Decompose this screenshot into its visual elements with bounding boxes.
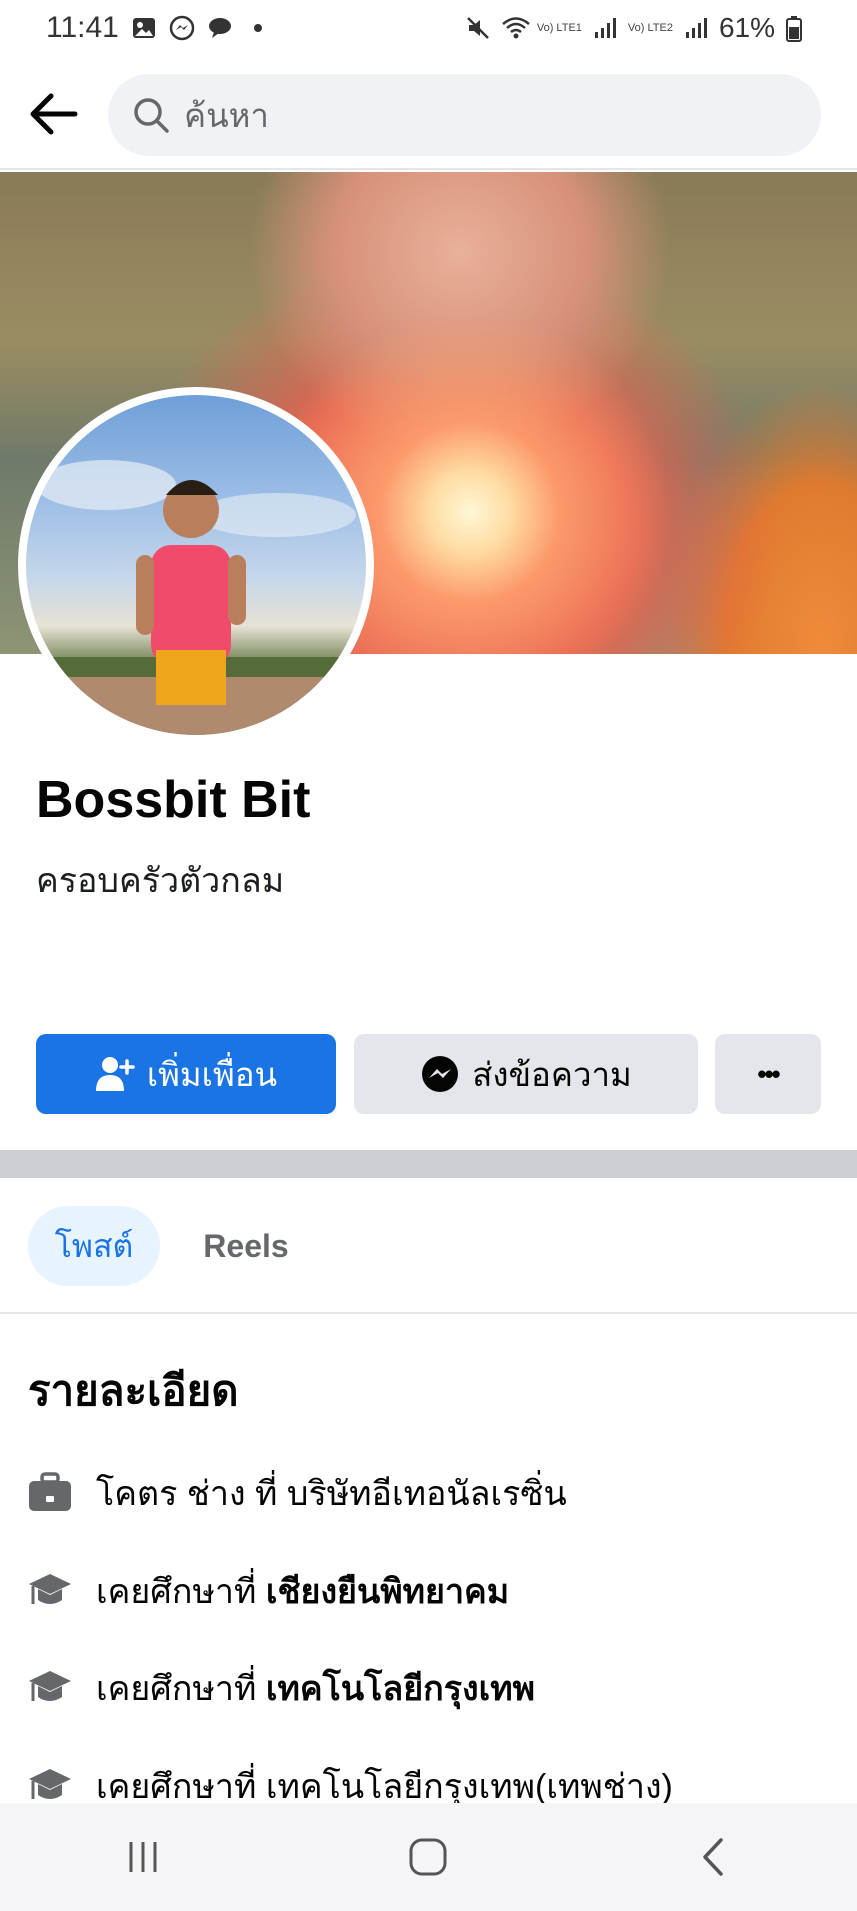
- detail-education-1-school: เชียงยืนพิทยาคม: [265, 1573, 510, 1611]
- detail-education-1-text: เคยศึกษาที่ เชียงยืนพิทยาคม: [96, 1564, 509, 1618]
- detail-work[interactable]: โคตร ช่าง ที่ บริษัทอีเทอนัลเรซิ่น: [26, 1463, 567, 1523]
- chevron-left-icon: [703, 1838, 723, 1876]
- messenger-icon: [422, 1056, 459, 1092]
- signal-icon: [592, 15, 618, 41]
- tab-posts[interactable]: โพสต์: [28, 1206, 160, 1286]
- graduation-cap-icon: [26, 1567, 74, 1615]
- detail-work-text: โคตร ช่าง ที่ บริษัทอีเทอนัลเรซิ่น: [96, 1475, 567, 1513]
- status-right: Vo) LTE1 Vo) LTE2 61%: [465, 12, 811, 44]
- back-nav-button[interactable]: [669, 1812, 759, 1902]
- search-icon: [134, 98, 169, 133]
- status-time: 11:41: [46, 11, 119, 44]
- status-left: 11:41: [46, 11, 271, 45]
- battery-icon: [785, 15, 811, 42]
- more-options-button[interactable]: •••: [715, 1034, 821, 1114]
- network-1-label: Vo) LTE1: [536, 21, 582, 34]
- messenger-icon: [169, 15, 195, 41]
- detail-education-2-text: เคยศึกษาที่ เทคโนโลยีกรุงเทพ: [96, 1661, 535, 1715]
- avatar: [26, 395, 366, 735]
- search-input[interactable]: ค้นหา: [108, 74, 821, 156]
- system-nav-bar: [0, 1803, 857, 1911]
- recent-apps-button[interactable]: [98, 1812, 188, 1902]
- wifi-icon: [501, 15, 530, 41]
- battery-percent: 61%: [718, 12, 775, 43]
- arrow-left-icon: [30, 93, 78, 135]
- home-icon: [409, 1838, 447, 1876]
- gallery-icon: [131, 15, 157, 41]
- home-button[interactable]: [383, 1812, 473, 1902]
- detail-education-2[interactable]: เคยศึกษาที่ เทคโนโลยีกรุงเทพ: [26, 1658, 535, 1718]
- graduation-cap-icon: [26, 1664, 74, 1712]
- network-2-label: Vo) LTE2: [627, 21, 673, 34]
- profile-bio: ครอบครัวตัวกลม: [36, 862, 285, 900]
- detail-education-1[interactable]: เคยศึกษาที่ เชียงยืนพิทยาคม: [26, 1561, 509, 1621]
- tab-reels[interactable]: Reels: [184, 1206, 308, 1286]
- search-placeholder: ค้นหา: [184, 96, 269, 134]
- detail-education-2-school: เทคโนโลยีกรุงเทพ: [265, 1670, 536, 1708]
- mute-icon: [465, 15, 491, 41]
- add-friend-label: เพิ่มเพื่อน: [146, 1055, 278, 1093]
- message-button[interactable]: ส่งข้อความ: [354, 1034, 698, 1114]
- header: ค้นหา: [0, 56, 857, 170]
- status-bar: 11:41 Vo) LTE1 Vo) LTE2 61%: [0, 0, 857, 56]
- profile-picture[interactable]: [18, 387, 374, 743]
- dot-icon: [245, 15, 271, 41]
- recent-apps-icon: [129, 1842, 157, 1872]
- section-divider: [0, 1150, 857, 1178]
- back-button[interactable]: [22, 86, 86, 142]
- profile-tabs: โพสต์ Reels: [0, 1178, 857, 1314]
- detail-education-2-prefix: เคยศึกษาที่: [96, 1670, 266, 1708]
- profile-name: Bossbit Bit: [36, 771, 311, 829]
- briefcase-icon: [26, 1469, 74, 1517]
- detail-education-1-prefix: เคยศึกษาที่: [96, 1573, 266, 1611]
- add-friend-button[interactable]: เพิ่มเพื่อน: [36, 1034, 336, 1114]
- chat-icon: [207, 15, 233, 41]
- signal-icon: [683, 15, 709, 41]
- more-icon: •••: [757, 1058, 780, 1089]
- add-friend-icon: [95, 1057, 135, 1091]
- message-label: ส่งข้อความ: [472, 1055, 632, 1093]
- details-title: รายละเอียด: [28, 1367, 239, 1414]
